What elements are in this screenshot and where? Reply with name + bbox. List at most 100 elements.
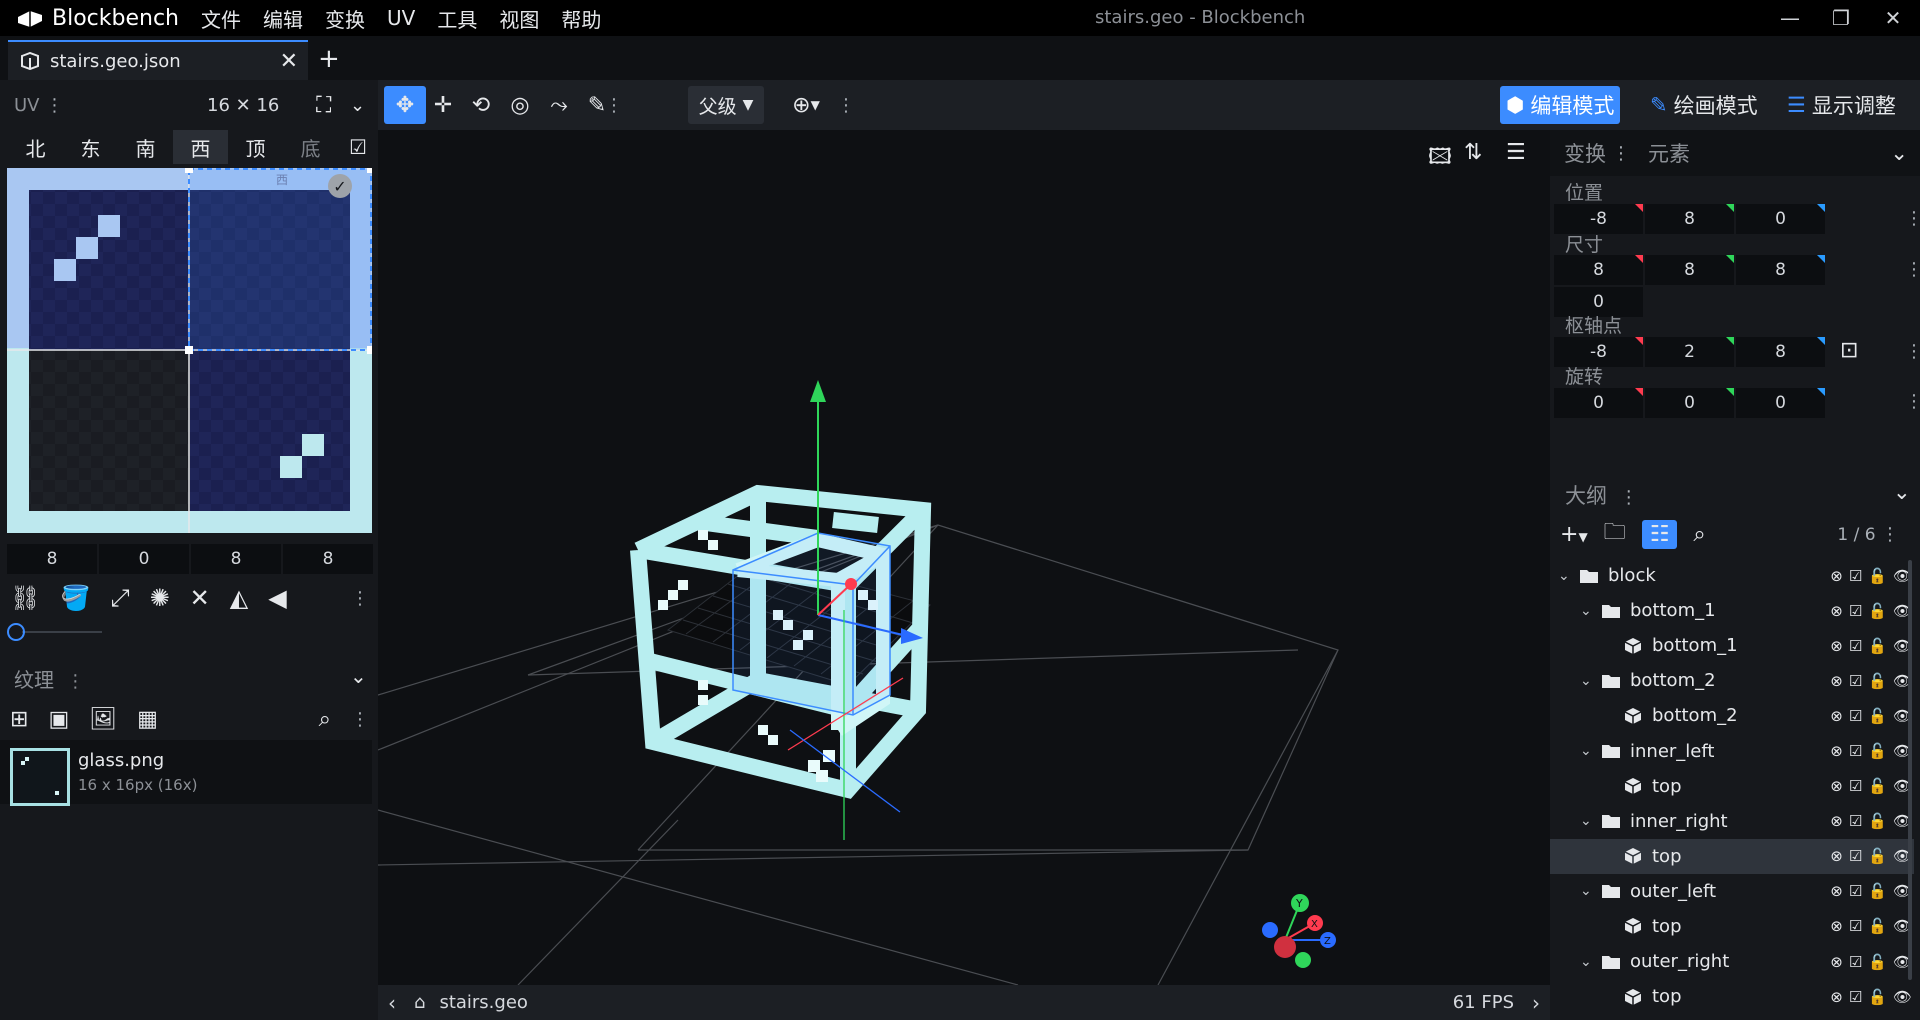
tab-stairs-geo[interactable]: stairs.geo.json ✕: [8, 40, 308, 80]
mirror-y-icon[interactable]: ◀: [268, 584, 286, 612]
size-x-field[interactable]: 8: [1554, 255, 1643, 285]
close-tab-icon[interactable]: ✕: [280, 49, 298, 74]
shade-toggle-icon[interactable]: ☑: [1849, 988, 1862, 1006]
tab-transform[interactable]: 变换: [1564, 138, 1606, 168]
3d-scene[interactable]: Y X Z: [378, 130, 1550, 985]
outliner-group-row[interactable]: ⌄ block ⊗ ☑ 🔓 👁: [1550, 558, 1914, 593]
uv-width-field[interactable]: 8: [191, 544, 281, 574]
uv-y-field[interactable]: 0: [99, 544, 189, 574]
texture-gallery-icon[interactable]: 🖼: [89, 707, 117, 732]
uv-x-field[interactable]: 8: [7, 544, 97, 574]
view-settings-icon[interactable]: ⇅: [1464, 140, 1482, 165]
expand-arrow-icon[interactable]: ⌄: [1580, 954, 1594, 970]
shade-toggle-icon[interactable]: ☑: [1849, 637, 1862, 655]
lock-icon[interactable]: 🔓: [1868, 602, 1887, 620]
shade-toggle-icon[interactable]: ☑: [1849, 777, 1862, 795]
paint-mode-button[interactable]: ✎ 绘画模式: [1644, 86, 1764, 124]
center-pivot-icon[interactable]: ⊡: [1840, 338, 1858, 363]
uv-editor-canvas[interactable]: 西: [7, 168, 372, 533]
add-texture-icon[interactable]: ⊞: [10, 707, 28, 732]
export-toggle-icon[interactable]: ⊗: [1830, 602, 1843, 620]
pivot-tool-icon[interactable]: ◎: [499, 86, 541, 124]
mirror-x-icon[interactable]: ◭: [230, 584, 248, 612]
export-toggle-icon[interactable]: ⊗: [1830, 917, 1843, 935]
menu-transform[interactable]: 变换: [314, 4, 376, 33]
tab-face-west[interactable]: 西: [173, 130, 228, 164]
status-next-icon[interactable]: ›: [1532, 991, 1540, 1015]
menu-file[interactable]: 文件: [190, 4, 252, 33]
add-cube-icon[interactable]: +▼: [1560, 522, 1588, 547]
rotate-tool-icon[interactable]: ⟲: [460, 86, 502, 124]
shade-toggle-icon[interactable]: ☑: [1849, 602, 1862, 620]
export-toggle-icon[interactable]: ⊗: [1830, 777, 1843, 795]
import-texture-icon[interactable]: ▣: [48, 707, 69, 732]
vertex-snap-tool-icon[interactable]: ⤳: [538, 86, 580, 124]
outliner-menu-icon[interactable]: ⋮: [1620, 487, 1638, 508]
outliner-group-row[interactable]: ⌄ outer_left ⊗ ☑ 🔓 👁: [1550, 874, 1914, 909]
tab-face-east[interactable]: 东: [63, 130, 118, 164]
status-prev-icon[interactable]: ‹: [388, 991, 396, 1015]
tab-face-up[interactable]: 顶: [228, 130, 283, 164]
pivot-y-field[interactable]: 2: [1645, 337, 1734, 367]
expand-arrow-icon[interactable]: ⌄: [1580, 603, 1594, 619]
outliner-cube-row[interactable]: top ⊗ ☑ 🔓 👁: [1550, 909, 1914, 944]
3d-viewport[interactable]: Y X Z 🖾 ⇅ ☰: [378, 130, 1550, 985]
expand-arrow-icon[interactable]: ⌄: [1580, 673, 1594, 689]
outliner-cube-row[interactable]: bottom_2 ⊗ ☑ 🔓 👁: [1550, 698, 1914, 733]
position-z-field[interactable]: 0: [1736, 204, 1825, 234]
uv-height-field[interactable]: 8: [283, 544, 373, 574]
outliner-group-row[interactable]: ⌄ inner_left ⊗ ☑ 🔓 👁: [1550, 733, 1914, 768]
export-toggle-icon[interactable]: ⊗: [1830, 988, 1843, 1006]
export-toggle-icon[interactable]: ⊗: [1830, 672, 1843, 690]
rotation-menu-icon[interactable]: ⋮: [1905, 391, 1920, 412]
shade-toggle-icon[interactable]: ☑: [1849, 847, 1862, 865]
texture-item[interactable]: glass.png 16 x 16px (16x): [0, 740, 372, 806]
size-z-field[interactable]: 8: [1736, 255, 1825, 285]
close-window-button[interactable]: ✕: [1878, 4, 1908, 32]
tab-face-south[interactable]: 南: [118, 130, 173, 164]
lock-icon[interactable]: 🔓: [1868, 567, 1887, 585]
transform-space-select[interactable]: 父级 ▼: [688, 86, 764, 124]
uv-rotation-slider[interactable]: [6, 620, 106, 644]
shade-toggle-icon[interactable]: ☑: [1849, 882, 1862, 900]
outliner-cube-row[interactable]: bottom_1 ⊗ ☑ 🔓 👁: [1550, 628, 1914, 663]
shade-toggle-icon[interactable]: ☑: [1849, 917, 1862, 935]
export-toggle-icon[interactable]: ⊗: [1830, 882, 1843, 900]
export-toggle-icon[interactable]: ⊗: [1830, 847, 1843, 865]
size-y-field[interactable]: 8: [1645, 255, 1734, 285]
export-toggle-icon[interactable]: ⊗: [1830, 742, 1843, 760]
shade-toggle-icon[interactable]: ☑: [1849, 672, 1862, 690]
textures-collapse-icon[interactable]: ⌄: [350, 664, 367, 688]
lock-icon[interactable]: 🔓: [1868, 953, 1887, 971]
link-icon[interactable]: ⛓: [10, 584, 40, 612]
shade-toggle-icon[interactable]: ☑: [1849, 812, 1862, 830]
menu-uv[interactable]: UV: [376, 6, 426, 30]
tools-menu-icon[interactable]: ⋮: [604, 86, 624, 124]
fullscreen-icon[interactable]: ⛶: [316, 93, 331, 118]
expand-arrow-icon[interactable]: ⌄: [1580, 883, 1594, 899]
tab-face-north[interactable]: 北: [8, 130, 63, 164]
rotation-y-field[interactable]: 0: [1645, 388, 1734, 418]
position-menu-icon[interactable]: ⋮: [1905, 208, 1920, 229]
screenshot-icon[interactable]: 🖾: [1428, 140, 1452, 178]
lock-icon[interactable]: 🔓: [1868, 917, 1887, 935]
transform-menu-icon[interactable]: ⋮: [1612, 143, 1630, 164]
outliner-cube-row[interactable]: top ⊗ ☑ 🔓 👁: [1550, 979, 1914, 1014]
checklist-icon[interactable]: ☑: [338, 130, 378, 164]
shade-toggle-icon[interactable]: ☑: [1849, 567, 1862, 585]
shade-toggle-icon[interactable]: ☑: [1849, 707, 1862, 725]
textures-menu-icon[interactable]: ⋮: [66, 671, 84, 692]
menu-help[interactable]: 帮助: [550, 4, 612, 33]
viewport-menu-icon[interactable]: ☰: [1506, 140, 1526, 165]
display-mode-button[interactable]: ☰ 显示调整: [1781, 86, 1902, 124]
export-toggle-icon[interactable]: ⊗: [1830, 707, 1843, 725]
lock-icon[interactable]: 🔓: [1868, 812, 1887, 830]
rotation-x-field[interactable]: 0: [1554, 388, 1643, 418]
expand-arrow-icon[interactable]: ⌄: [1580, 743, 1594, 759]
tab-element[interactable]: 元素: [1648, 138, 1690, 168]
minimize-button[interactable]: —: [1775, 4, 1805, 32]
lock-icon[interactable]: 🔓: [1868, 777, 1887, 795]
outliner-group-row[interactable]: ⌄ bottom_2 ⊗ ☑ 🔓 👁: [1550, 663, 1914, 698]
clear-uv-icon[interactable]: ✕: [190, 584, 210, 612]
lock-icon[interactable]: 🔓: [1868, 672, 1887, 690]
